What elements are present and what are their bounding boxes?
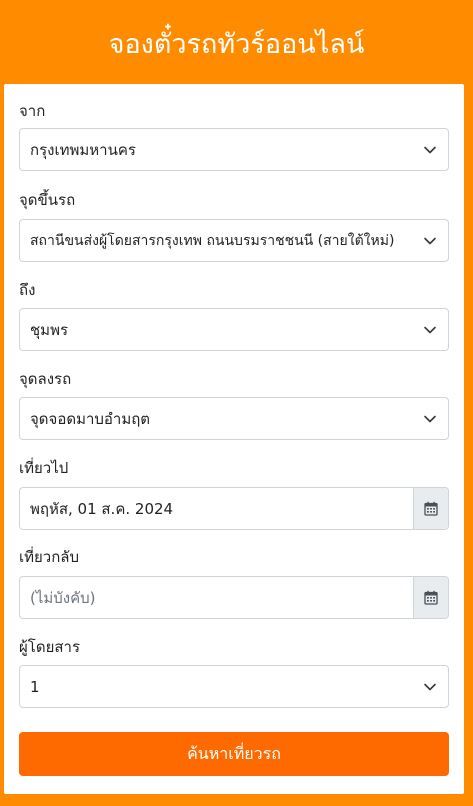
return-date-input[interactable]: (ไม่บังคับ) xyxy=(19,576,449,619)
pickup-value: สถานีขนส่งผู้โดยสารกรุงเทพ ถนนบรมราชชนนี… xyxy=(30,232,395,249)
search-trips-button[interactable]: ค้นหาเที่ยวรถ xyxy=(19,732,449,776)
page-title: จองตั๋วรถทัวร์ออนไลน์ xyxy=(108,28,365,60)
pickup-label: จุดขึ้นรถ xyxy=(19,191,76,209)
chevron-down-icon xyxy=(412,398,448,439)
search-trips-label: ค้นหาเที่ยวรถ xyxy=(187,743,281,763)
return-label: เที่ยวกลับ xyxy=(19,548,80,566)
to-label: ถึง xyxy=(19,281,36,299)
chevron-down-icon xyxy=(412,666,448,707)
from-select[interactable]: กรุงเทพมหานคร xyxy=(19,128,449,171)
passengers-label: ผู้โดยสาร xyxy=(19,638,81,656)
chevron-down-icon xyxy=(412,220,448,261)
dropoff-label: จุดลงรถ xyxy=(19,370,72,388)
passengers-select[interactable]: 1 xyxy=(19,665,449,708)
passengers-value: 1 xyxy=(30,677,40,696)
depart-label: เที่ยวไป xyxy=(19,459,69,477)
calendar-icon[interactable] xyxy=(413,577,448,618)
return-date-placeholder: (ไม่บังคับ) xyxy=(30,588,96,607)
depart-date-input[interactable]: พฤหัส, 01 ส.ค. 2024 xyxy=(19,487,449,530)
from-label: จาก xyxy=(19,102,46,120)
chevron-down-icon xyxy=(412,129,448,170)
to-select[interactable]: ชุมพร xyxy=(19,308,449,351)
from-value: กรุงเทพมหานคร xyxy=(30,140,136,159)
calendar-icon[interactable] xyxy=(413,488,448,529)
pickup-select[interactable]: สถานีขนส่งผู้โดยสารกรุงเทพ ถนนบรมราชชนนี… xyxy=(19,219,449,262)
chevron-down-icon xyxy=(412,309,448,350)
depart-date-value: พฤหัส, 01 ส.ค. 2024 xyxy=(30,499,174,518)
dropoff-value: จุดจอดมาบอำมฤต xyxy=(30,409,151,428)
to-value: ชุมพร xyxy=(30,320,69,339)
dropoff-select[interactable]: จุดจอดมาบอำมฤต xyxy=(19,397,449,440)
page-header: จองตั๋วรถทัวร์ออนไลน์ xyxy=(0,0,473,84)
booking-form: จาก กรุงเทพมหานคร จุดขึ้นรถ สถานีขนส่งผู… xyxy=(4,84,464,794)
